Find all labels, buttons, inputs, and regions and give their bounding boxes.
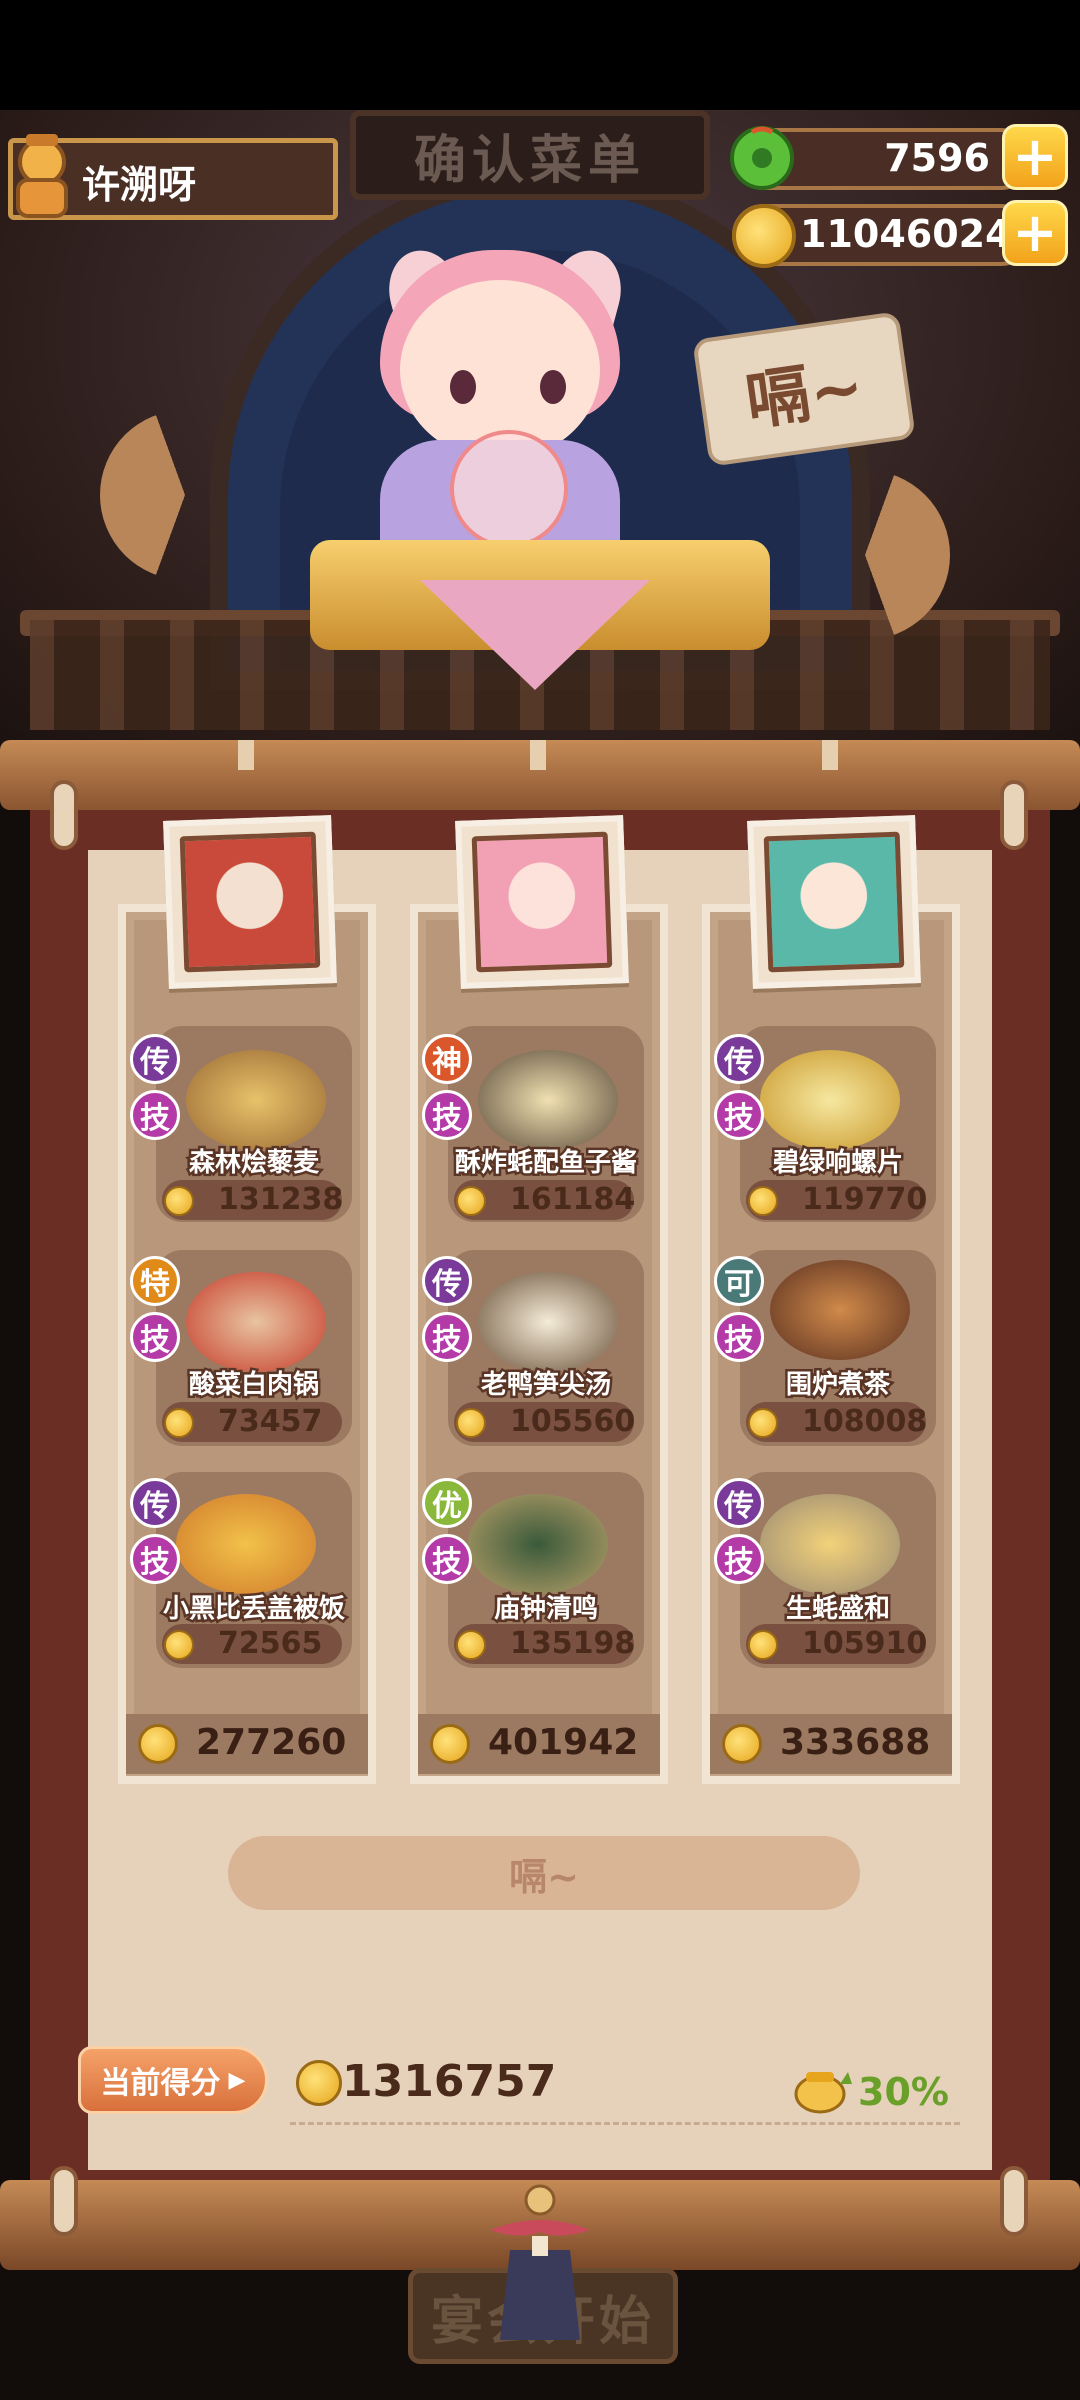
coin-icon (748, 1408, 778, 1438)
skill-badge: 技 (130, 1534, 180, 1584)
score-bonus: 30% (858, 2070, 949, 2114)
rarity-badge: 传 (130, 1034, 180, 1084)
dish-price: 73457 (218, 1404, 323, 1439)
dish-name: 碧绿响螺片 (770, 1146, 905, 1181)
dish-image (770, 1260, 910, 1360)
jade-amount: 7596 (884, 136, 990, 180)
coin-icon (456, 1186, 486, 1216)
scroll-knob-top-right (1000, 780, 1028, 850)
dish-name: 围炉煮茶 (783, 1368, 892, 1403)
coin-icon (722, 1724, 762, 1764)
bonus-pot-icon (794, 2072, 852, 2114)
scroll-knob-bottom-right (1000, 2166, 1028, 2236)
left-fan-icon (100, 410, 270, 580)
burp-action-button[interactable]: 嗝~ (228, 1836, 860, 1910)
coin-icon (456, 1630, 486, 1660)
dish-image (186, 1050, 326, 1150)
coin-icon (296, 2060, 342, 2106)
dish-price: 161184 (510, 1182, 636, 1217)
jade-icon (730, 126, 794, 190)
rarity-badge: 传 (130, 1478, 180, 1528)
dish-image (760, 1494, 900, 1594)
skill-badge: 技 (422, 1534, 472, 1584)
dish-image (760, 1050, 900, 1150)
dish-image (176, 1494, 316, 1594)
add-coins-button[interactable]: + (1002, 200, 1068, 266)
rarity-badge: 传 (714, 1034, 764, 1084)
dish-name: 酸菜白肉锅 (186, 1368, 321, 1403)
page-title: 确认菜单 (350, 110, 710, 200)
rarity-badge: 优 (422, 1478, 472, 1528)
speech-text: 嗝~ (741, 350, 869, 440)
dish-price: 105910 (802, 1626, 928, 1661)
rarity-badge: 可 (714, 1256, 764, 1306)
dish-price: 135198 (510, 1626, 636, 1661)
coin-icon (456, 1408, 486, 1438)
dish-price: 119770 (802, 1182, 928, 1217)
portrait-string (238, 740, 254, 770)
dish-image (478, 1050, 618, 1150)
current-score-label-text: 当前得分 (100, 2066, 221, 2101)
scroll-knob-bottom-left (50, 2166, 78, 2236)
portrait-string (530, 740, 546, 770)
rarity-badge: 神 (422, 1034, 472, 1084)
dish-name: 森林烩藜麦 (186, 1146, 321, 1181)
right-fan-icon (780, 470, 950, 640)
coin-icon (164, 1186, 194, 1216)
skill-badge: 技 (422, 1090, 472, 1140)
rarity-badge: 传 (422, 1256, 472, 1306)
hand-fan-icon (450, 430, 568, 548)
coin-amount: 11046024 (800, 212, 1012, 256)
coin-icon (138, 1724, 178, 1764)
coin-icon (164, 1630, 194, 1660)
skill-badge: 技 (714, 1312, 764, 1362)
player-name: 许溯呀 (82, 163, 197, 207)
dish-price: 105560 (510, 1404, 636, 1439)
scroll-knob-top-left (50, 780, 78, 850)
dish-price: 72565 (218, 1626, 323, 1661)
dish-name: 老鸭笋尖汤 (478, 1368, 613, 1403)
score-divider (290, 2122, 960, 2125)
add-jade-button[interactable]: + (1002, 124, 1068, 190)
skill-badge: 技 (714, 1534, 764, 1584)
coin-icon (732, 204, 796, 268)
coin-icon (430, 1724, 470, 1764)
player-avatar-icon (16, 134, 68, 218)
column-total: 333688 (780, 1722, 931, 1763)
character-right-eye (540, 370, 566, 404)
current-score-value: 1316757 (342, 2056, 557, 2107)
coin-icon (748, 1630, 778, 1660)
current-score-label: 当前得分 ▶ (78, 2046, 268, 2114)
portrait-string (822, 740, 838, 770)
top-blank-bar (0, 0, 1080, 110)
rarity-badge: 特 (130, 1256, 180, 1306)
dish-name: 酥炸蚝配鱼子酱 (452, 1146, 639, 1181)
column-total: 401942 (488, 1722, 639, 1763)
dish-price: 131238 (218, 1182, 344, 1217)
dish-name: 庙钟清鸣 (491, 1592, 600, 1627)
dish-image (478, 1272, 618, 1372)
dish-price: 108008 (802, 1404, 928, 1439)
column-total: 277260 (196, 1722, 347, 1763)
dish-image (186, 1272, 326, 1372)
rarity-badge: 传 (714, 1478, 764, 1528)
tassel-ornament-icon (490, 2184, 590, 2340)
dish-name: 生蚝盛和 (783, 1592, 892, 1627)
skill-badge: 技 (422, 1312, 472, 1362)
character-left-eye (450, 370, 476, 404)
dish-name: 小黑比丢盖被饭 (160, 1592, 347, 1627)
chef-portrait-1[interactable] (163, 815, 337, 989)
skill-badge: 技 (714, 1090, 764, 1140)
skill-badge: 技 (130, 1090, 180, 1140)
chevron-right-icon: ▶ (228, 2067, 246, 2093)
chef-portrait-3[interactable] (747, 815, 921, 989)
skill-badge: 技 (130, 1312, 180, 1362)
dish-image (468, 1494, 608, 1594)
coin-icon (748, 1186, 778, 1216)
chef-portrait-2[interactable] (455, 815, 629, 989)
coin-icon (164, 1408, 194, 1438)
